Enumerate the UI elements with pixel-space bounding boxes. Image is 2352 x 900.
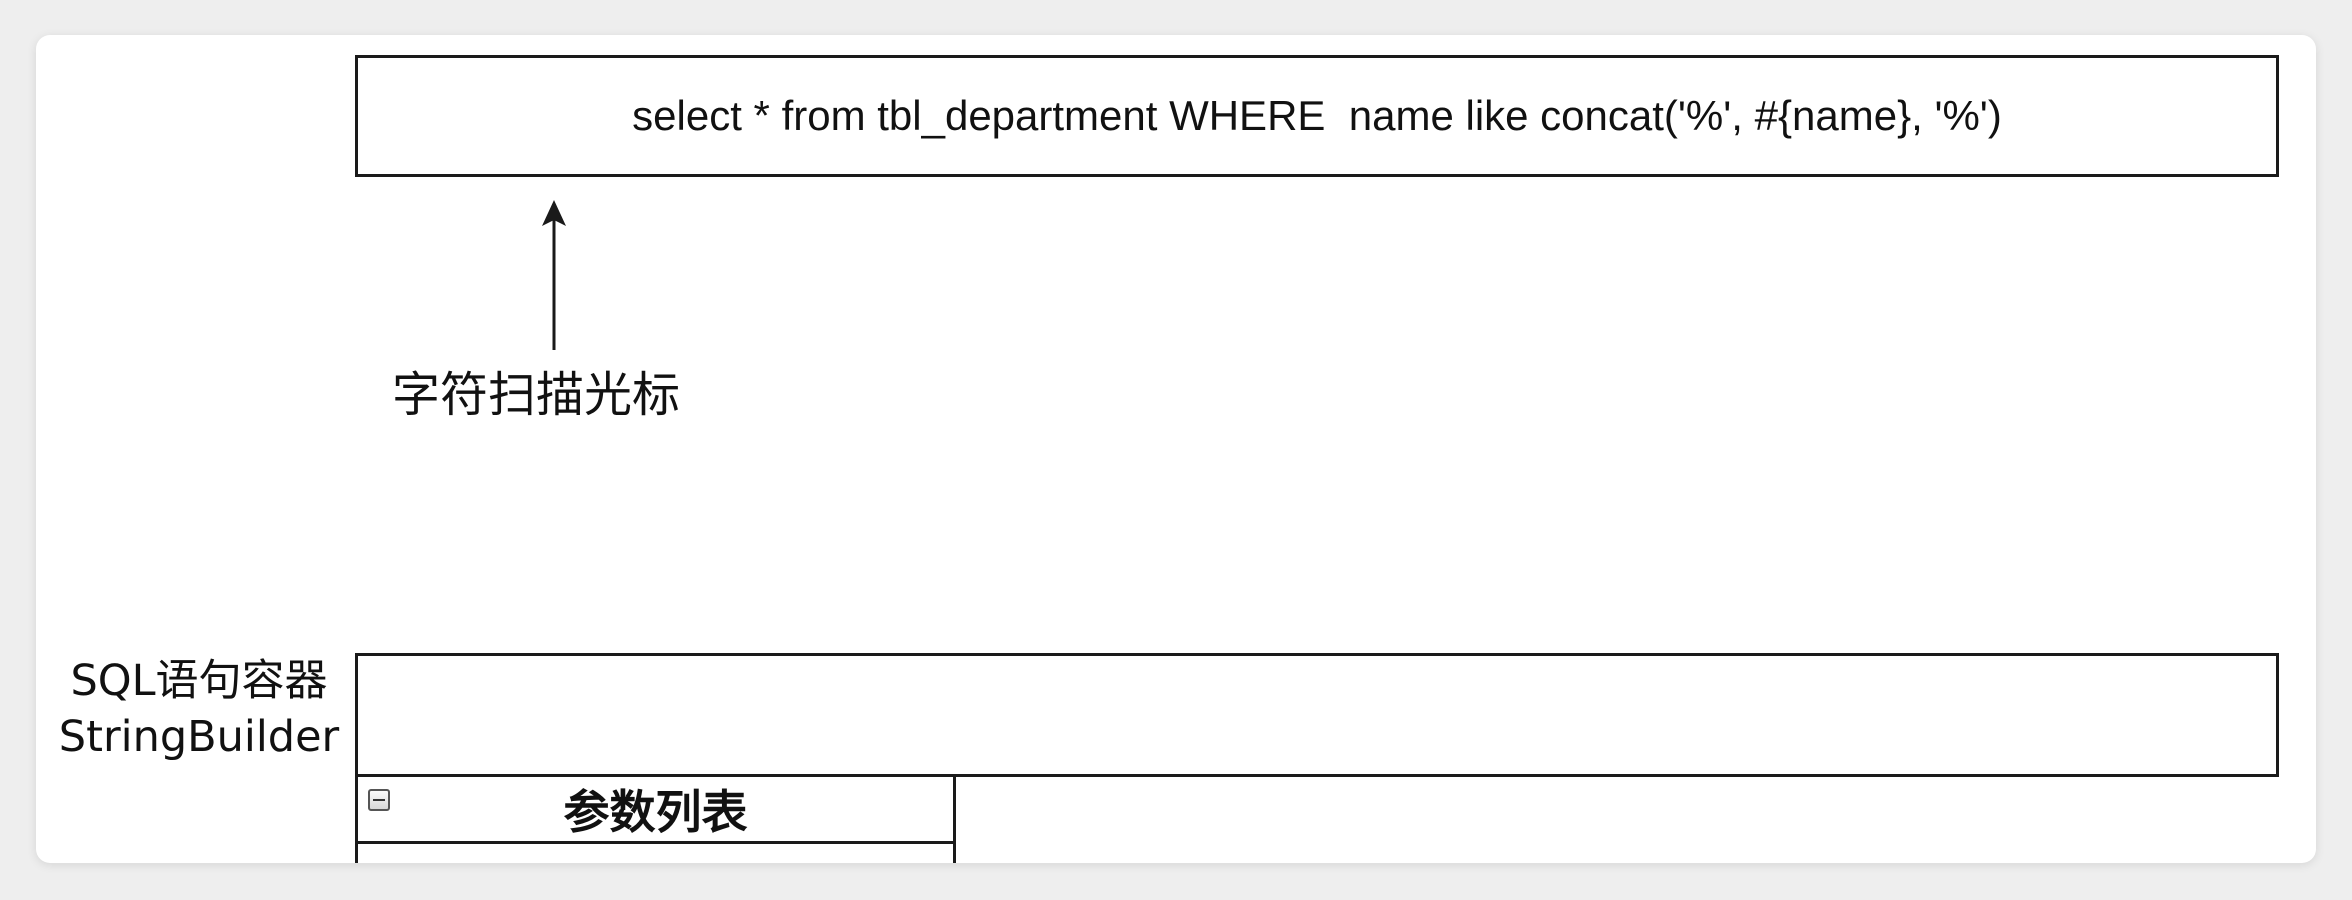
cursor-arrow-icon [542,200,566,350]
diagram-frame: select * from tbl_department WHERE name … [36,35,2316,863]
parameter-list-table: 参数列表 [355,774,956,863]
sql-container-label-line2: StringBuilder [58,712,340,762]
minus-box-icon[interactable] [368,789,390,811]
sql-container-label-line1: SQL语句容器 [70,656,328,706]
scan-cursor-label: 字符扫描光标 [392,367,681,423]
string-builder-box [355,653,2279,777]
parameter-list-title: 参数列表 [563,785,748,839]
sql-statement-box: select * from tbl_department WHERE name … [355,55,2279,177]
parameter-list-header: 参数列表 [358,777,953,844]
sql-container-label: SQL语句容器 StringBuilder [44,653,354,765]
